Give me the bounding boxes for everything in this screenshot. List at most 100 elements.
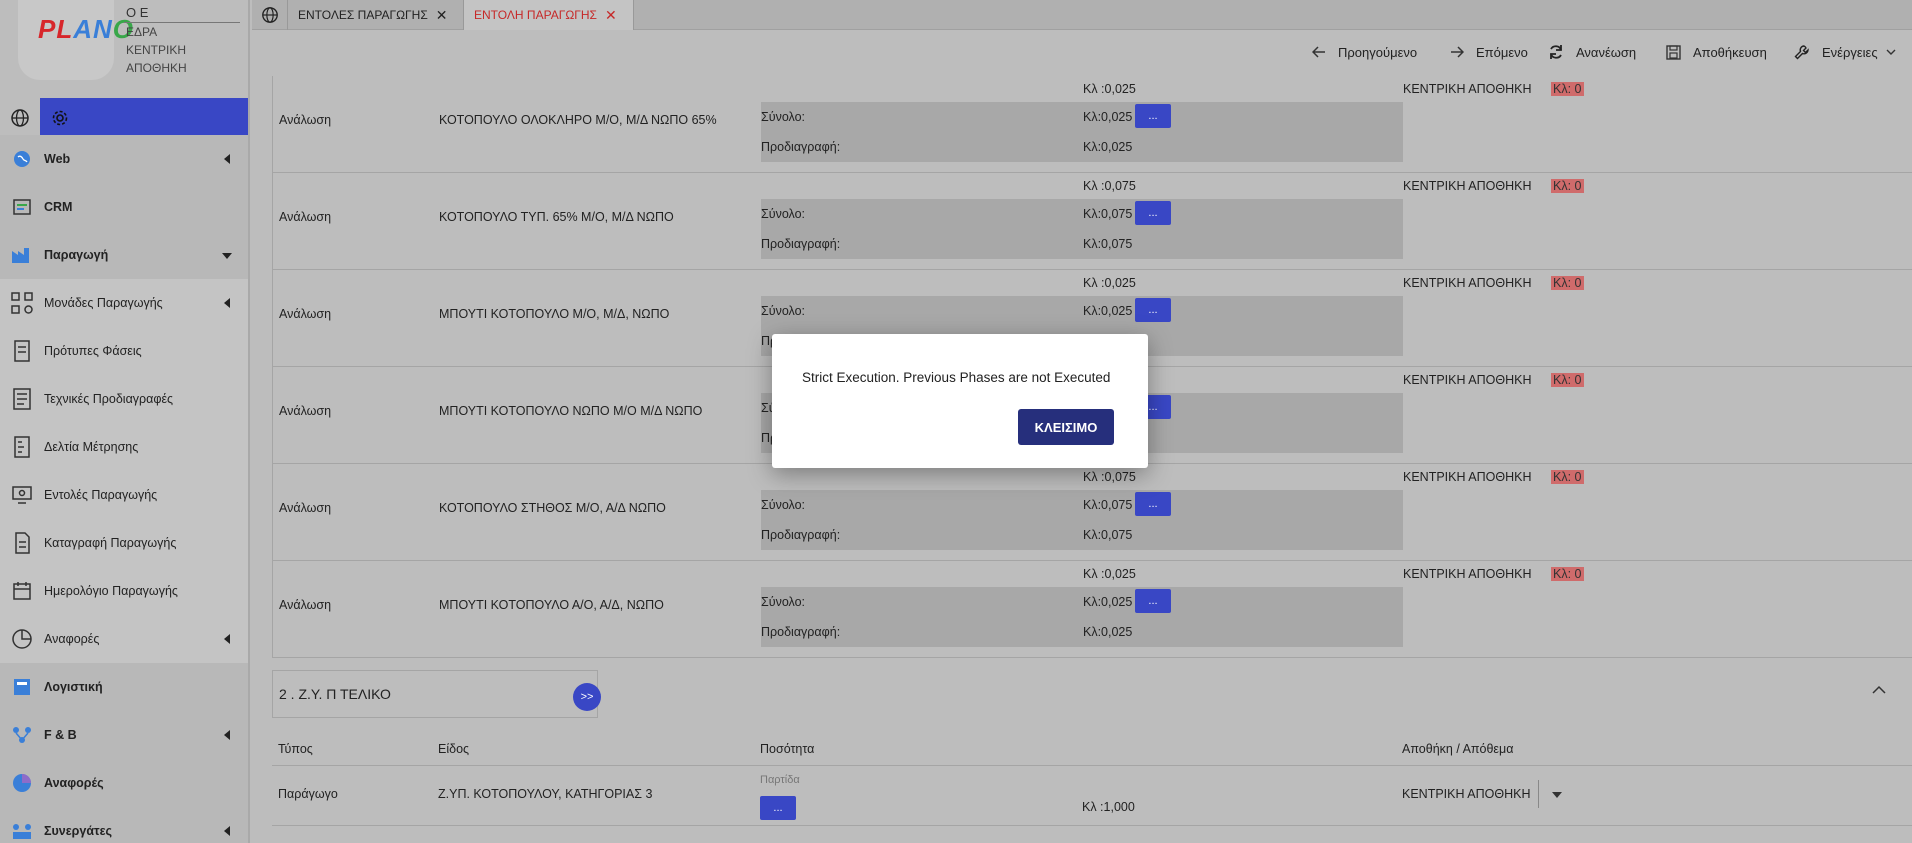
row-item: ΚΟΤΟΠΟΥΛΟ ΟΛΟΚΛΗΡΟ Μ/Ο, Μ/Δ ΝΩΠΟ 65% bbox=[439, 113, 717, 127]
refresh-button[interactable]: Ανανέωση bbox=[1548, 38, 1636, 66]
sidebar-item-label: Αναφορές bbox=[44, 776, 104, 790]
caret-left-icon[interactable] bbox=[224, 298, 230, 308]
sidebar-item-label: Ημερολόγιο Παραγωγής bbox=[44, 584, 178, 598]
sidebar-item[interactable]: Web bbox=[0, 135, 248, 183]
close-icon[interactable]: ✕ bbox=[436, 7, 448, 24]
next-label: Επόμενο bbox=[1476, 44, 1528, 60]
sidebar-item-label: Παραγωγή bbox=[44, 248, 109, 262]
row-type: Ανάλωση bbox=[279, 210, 332, 224]
total-label: Σύνολο: bbox=[761, 207, 806, 221]
more-button[interactable]: ... bbox=[1135, 201, 1171, 225]
measure-icon bbox=[10, 435, 34, 459]
gear-icon[interactable] bbox=[50, 108, 70, 128]
save-button[interactable]: Αποθήκευση bbox=[1666, 38, 1767, 66]
tab-production-order[interactable]: ΕΝΤΟΛΗ ΠΑΡΑΓΩΓΗΣ ✕ bbox=[464, 0, 634, 30]
caret-left-icon[interactable] bbox=[224, 634, 230, 644]
batch-more-button[interactable]: ... bbox=[760, 796, 796, 820]
accounting-icon bbox=[10, 675, 34, 699]
sidebar-item[interactable]: Δελτία Μέτρησης bbox=[0, 423, 248, 471]
caret-left-icon[interactable] bbox=[224, 730, 230, 740]
sidebar-menu: Web CRM Παραγωγή Μονάδες Παραγωγής Πρότυπες … bbox=[0, 135, 248, 843]
globe-icon[interactable] bbox=[10, 108, 30, 128]
caret-down-icon[interactable] bbox=[222, 253, 232, 259]
logo-box: PLANO bbox=[18, 0, 133, 80]
row-quantity: Κλ :0,025 bbox=[1083, 82, 1136, 96]
row-type: Παράγωγο bbox=[278, 787, 338, 801]
record-icon bbox=[10, 531, 34, 555]
row-type: Ανάλωση bbox=[279, 307, 332, 321]
tab-production-orders[interactable]: ΕΝΤΟΛΕΣ ΠΑΡΑΓΩΓΗΣ ✕ bbox=[288, 0, 464, 30]
table-row: Ανάλωση ΚΟΤΟΠΟΥΛΟ ΣΤΗΘΟΣ Μ/Ο, Α/Δ ΝΩΠΟ Σύν… bbox=[272, 464, 1912, 561]
actions-button[interactable]: Ενέργειες bbox=[1794, 38, 1896, 66]
row-warehouse: ΚΕΝΤΡΙΚΗ ΑΠΟΘΗΚΗ bbox=[1403, 276, 1532, 290]
sidebar-item[interactable]: F & B bbox=[0, 711, 248, 759]
caret-left-icon[interactable] bbox=[224, 826, 230, 836]
reports-pie-icon bbox=[10, 771, 34, 795]
specs-icon bbox=[10, 387, 34, 411]
sidebar-item[interactable]: Πρότυπες Φάσεις bbox=[0, 327, 248, 375]
chevron-down-icon bbox=[1886, 49, 1896, 55]
sidebar-item[interactable]: Ημερολόγιο Παραγωγής bbox=[0, 567, 248, 615]
partners-icon bbox=[10, 819, 34, 843]
row-warehouse: ΚΕΝΤΡΙΚΗ ΑΠΟΘΗΚΗ bbox=[1403, 179, 1532, 193]
settings-bar[interactable] bbox=[40, 98, 248, 138]
row-type: Ανάλωση bbox=[279, 501, 332, 515]
sidebar-item[interactable]: CRM bbox=[0, 183, 248, 231]
more-button[interactable]: ... bbox=[1135, 104, 1171, 128]
row-total: Κλ:0,075 bbox=[1083, 498, 1133, 512]
next-button[interactable]: Επόμενο bbox=[1450, 38, 1528, 66]
row-item: ΚΟΤΟΠΟΥΛΟ ΤΥΠ. 65% Μ/Ο, Μ/Δ ΝΩΠΟ bbox=[439, 210, 674, 224]
more-button[interactable]: ... bbox=[1135, 492, 1171, 516]
table-row: Παράγωγο Ζ.ΥΠ. ΚΟΤΟΠΟΥΛΟΥ, ΚΑΤΗΓΟΡΙΑΣ 3 … bbox=[272, 766, 1912, 826]
units-icon bbox=[10, 291, 34, 315]
row-warehouse: ΚΕΝΤΡΙΚΗ ΑΠΟΘΗΚΗ bbox=[1403, 567, 1532, 581]
actions-label: Ενέργειες bbox=[1822, 44, 1878, 60]
orders-icon bbox=[10, 483, 34, 507]
row-warehouse: ΚΕΝΤΡΙΚΗ ΑΠΟΘΗΚΗ bbox=[1403, 373, 1532, 387]
sidebar-item[interactable]: Μονάδες Παραγωγής bbox=[0, 279, 248, 327]
sidebar-item[interactable]: Λογιστική bbox=[0, 663, 248, 711]
refresh-label: Ανανέωση bbox=[1576, 44, 1637, 60]
toolbar: Προηγούμενο Επόμενο Ανανέωση Αποθήκευση … bbox=[252, 38, 1912, 66]
sidebar-item-label: F & B bbox=[44, 728, 77, 742]
tabs-globe-icon[interactable] bbox=[252, 0, 288, 30]
phase-expand-button[interactable]: >> bbox=[573, 683, 601, 711]
stock-badge: Κλ: 0 bbox=[1551, 82, 1584, 96]
row-spec: Κλ:0,025 bbox=[1083, 625, 1133, 639]
sidebar-item[interactable]: Τεχνικές Προδιαγραφές bbox=[0, 375, 248, 423]
row-total: Κλ:0,075 bbox=[1083, 207, 1133, 221]
close-icon[interactable]: ✕ bbox=[605, 7, 617, 24]
tab-bar: ΕΝΤΟΛΕΣ ΠΑΡΑΓΩΓΗΣ ✕ ΕΝΤΟΛΗ ΠΑΡΑΓΩΓΗΣ ✕ bbox=[252, 0, 1912, 30]
row-quantity: Κλ :0,025 bbox=[1083, 276, 1136, 290]
save-label: Αποθήκευση bbox=[1693, 44, 1767, 60]
row-warehouse: ΚΕΝΤΡΙΚΗ ΑΠΟΘΗΚΗ bbox=[1403, 82, 1532, 96]
stock-badge: Κλ: 0 bbox=[1551, 179, 1584, 193]
warehouse-select[interactable]: ΚΕΝΤΡΙΚΗ ΑΠΟΘΗΚΗ bbox=[1402, 787, 1531, 801]
more-button[interactable]: ... bbox=[1135, 589, 1171, 613]
sidebar-item[interactable]: Καταγραφή Παραγωγής bbox=[0, 519, 248, 567]
phase-table-header: Τύπος Είδος Ποσότητα Αποθήκη / Απόθεμα bbox=[272, 738, 1912, 766]
row-spec: Κλ:0,075 bbox=[1083, 237, 1133, 251]
previous-button[interactable]: Προηγούμενο bbox=[1312, 38, 1417, 66]
batch-field[interactable]: Παρτίδα bbox=[760, 774, 800, 786]
spec-label: Προδιαγραφή: bbox=[761, 625, 841, 639]
sidebar-item-label: CRM bbox=[44, 200, 73, 214]
close-button[interactable]: ΚΛΕΙΣΙΜΟ bbox=[1018, 409, 1114, 445]
chevron-up-icon[interactable] bbox=[1872, 682, 1886, 700]
sidebar-item[interactable]: Εντολές Παραγωγής bbox=[0, 471, 248, 519]
sidebar-item[interactable]: Παραγωγή bbox=[0, 231, 248, 279]
row-item: ΜΠΟΥΤΙ ΚΟΤΟΠΟΥΛΟ Μ/Ο, Μ/Δ, ΝΩΠΟ bbox=[439, 307, 670, 321]
sidebar-item[interactable]: Αναφορές bbox=[0, 615, 248, 663]
phases-icon bbox=[10, 339, 34, 363]
row-quantity: Κλ :1,000 bbox=[1082, 800, 1135, 814]
more-button[interactable]: ... bbox=[1135, 298, 1171, 322]
company-name: Ο Ε bbox=[124, 4, 240, 23]
row-spec: Κλ:0,025 bbox=[1083, 140, 1133, 154]
sidebar-item[interactable]: Αναφορές bbox=[0, 759, 248, 807]
row-item: ΜΠΟΥΤΙ ΚΟΤΟΠΟΥΛΟ ΝΩΠΟ Μ/Ο Μ/Δ ΝΩΠΟ bbox=[439, 404, 703, 418]
dropdown-caret-icon[interactable] bbox=[1552, 792, 1562, 798]
sidebar-item[interactable]: Συνεργάτες bbox=[0, 807, 248, 843]
company-line: ΚΕΝΤΡΙΚΗ bbox=[126, 43, 187, 57]
caret-left-icon[interactable] bbox=[224, 154, 230, 164]
app-logo: PLANO bbox=[38, 14, 135, 44]
